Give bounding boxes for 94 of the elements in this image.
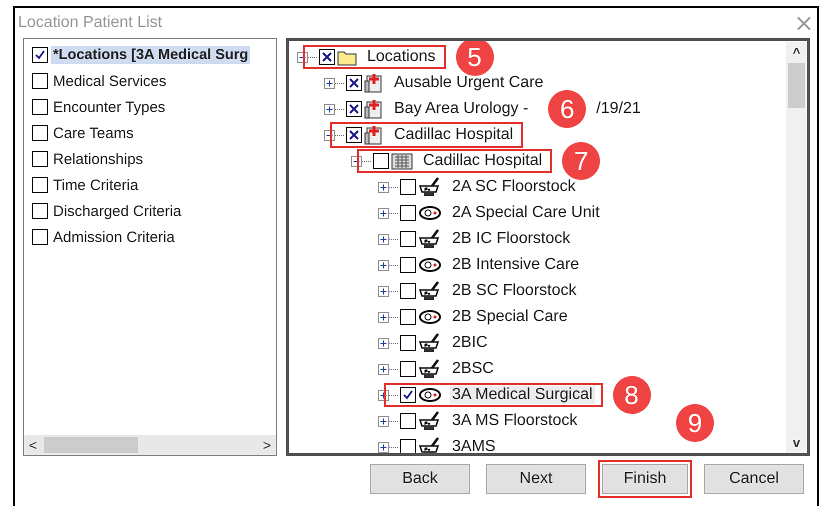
monitor-icon <box>418 386 442 404</box>
checkbox[interactable] <box>32 151 48 167</box>
mortar-pestle-icon <box>418 359 442 379</box>
expand-icon[interactable] <box>378 312 389 322</box>
checkbox[interactable] <box>32 229 48 245</box>
checkbox[interactable] <box>400 205 416 221</box>
tree-item[interactable]: 2B Special Care <box>450 308 570 326</box>
monitor-icon <box>418 256 442 274</box>
expand-icon[interactable] <box>378 208 389 218</box>
expand-icon[interactable] <box>378 234 389 244</box>
monitor-icon <box>418 308 442 326</box>
tree-item[interactable]: Bay Area Urology - <box>392 100 530 118</box>
checkbox[interactable] <box>32 73 48 89</box>
checkbox[interactable] <box>400 179 416 195</box>
checkbox[interactable] <box>32 125 48 141</box>
checkbox[interactable] <box>400 257 416 273</box>
expand-icon[interactable] <box>378 182 389 192</box>
checkbox[interactable] <box>373 153 389 169</box>
hospital-icon <box>364 125 384 145</box>
mortar-pestle-icon <box>418 177 442 197</box>
filter-item[interactable]: Encounter Types <box>51 98 168 116</box>
checkbox[interactable] <box>346 75 362 91</box>
scroll-thumb[interactable] <box>788 63 805 108</box>
checkbox[interactable] <box>400 283 416 299</box>
checkbox[interactable] <box>400 387 416 403</box>
expand-icon[interactable] <box>378 442 389 452</box>
step-badge: 9 <box>676 404 714 442</box>
tree-item[interactable]: 3A MS Floorstock <box>450 412 580 430</box>
dialog-button[interactable]: Next <box>486 464 586 494</box>
dialog-button[interactable]: Finish <box>602 464 688 494</box>
tree-item[interactable]: Cadillac Hospital <box>421 152 544 170</box>
checkbox[interactable] <box>346 127 362 143</box>
checkbox[interactable] <box>400 413 416 429</box>
step-badge: 8 <box>612 376 651 414</box>
mortar-pestle-icon <box>418 437 442 453</box>
tree-item[interactable]: Locations <box>365 48 438 66</box>
expand-icon[interactable] <box>378 364 389 374</box>
checkbox[interactable] <box>400 335 416 351</box>
checkbox[interactable] <box>32 177 48 193</box>
mortar-pestle-icon <box>418 229 442 249</box>
expand-icon[interactable] <box>324 78 335 88</box>
filter-item[interactable]: Medical Services <box>51 72 168 90</box>
vertical-scrollbar[interactable]: ^ v <box>786 41 807 453</box>
checkbox[interactable] <box>346 101 362 117</box>
monitor-icon <box>418 204 442 222</box>
expand-icon[interactable] <box>324 104 335 114</box>
step-badge: 5 <box>456 41 494 76</box>
tree-item[interactable]: 2A Special Care Unit <box>450 204 602 222</box>
tree-item[interactable]: Cadillac Hospital <box>392 126 516 144</box>
checkbox[interactable] <box>32 99 48 115</box>
scroll-left-button[interactable]: < <box>24 437 42 453</box>
step-badge: 6 <box>548 90 586 128</box>
tree-item[interactable]: 2BIC <box>450 334 490 352</box>
scroll-up-button[interactable]: ^ <box>792 41 800 63</box>
tree-item[interactable]: 2BSC <box>450 360 496 378</box>
expand-icon[interactable] <box>378 416 389 426</box>
filter-item[interactable]: Discharged Criteria <box>51 202 184 220</box>
mortar-pestle-icon <box>418 281 442 301</box>
filter-item[interactable]: Admission Criteria <box>51 228 177 246</box>
filter-item[interactable]: *Locations [3A Medical Surg <box>51 46 250 64</box>
hospital-icon <box>364 73 384 93</box>
checkbox[interactable] <box>400 309 416 325</box>
tree-item[interactable]: 3A Medical Surgical <box>450 386 595 404</box>
checkbox[interactable] <box>32 203 48 219</box>
checkbox[interactable] <box>400 439 416 453</box>
tree-item[interactable]: 2B SC Floorstock <box>450 282 578 300</box>
checkbox[interactable] <box>400 231 416 247</box>
tree-item[interactable]: 2B Intensive Care <box>450 256 582 274</box>
mortar-pestle-icon <box>418 333 442 353</box>
tree-item[interactable]: Ausable Urgent Care <box>392 74 546 92</box>
checkbox[interactable] <box>319 49 335 65</box>
filter-item[interactable]: Care Teams <box>51 124 136 142</box>
tree-item[interactable]: 2A SC Floorstock <box>450 178 578 196</box>
dialog-button[interactable]: Back <box>370 464 470 494</box>
step-badge: 7 <box>562 142 600 180</box>
checkbox[interactable] <box>400 361 416 377</box>
horizontal-scrollbar[interactable]: < > <box>24 435 276 455</box>
expand-icon[interactable] <box>378 338 389 348</box>
filter-item[interactable]: Relationships <box>51 150 146 168</box>
scroll-right-button[interactable]: > <box>258 437 276 453</box>
tree-item[interactable]: 2B IC Floorstock <box>450 230 572 248</box>
mortar-pestle-icon <box>418 411 442 431</box>
hospital-icon <box>364 99 384 119</box>
expand-icon[interactable] <box>378 286 389 296</box>
scroll-down-button[interactable]: v <box>792 431 800 453</box>
expand-icon[interactable] <box>378 260 389 270</box>
dialog-button[interactable]: Cancel <box>704 464 804 494</box>
filter-item[interactable]: Time Criteria <box>51 176 140 194</box>
tree-item[interactable]: 3AMS <box>450 438 498 453</box>
tree-item-text: /19/21 <box>595 100 642 118</box>
scroll-thumb[interactable] <box>44 437 138 453</box>
building-icon <box>391 152 413 170</box>
window-title: Location Patient List <box>18 14 162 32</box>
checkbox[interactable] <box>32 47 48 63</box>
